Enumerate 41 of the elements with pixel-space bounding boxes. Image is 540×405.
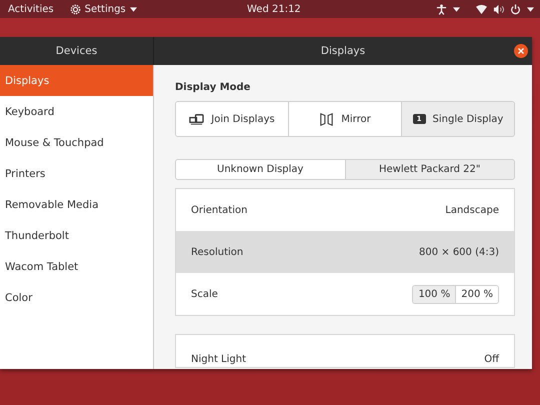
sidebar-item[interactable]: Color <box>0 282 153 313</box>
section-heading: Display Mode <box>175 82 252 93</box>
row-value: Landscape <box>445 204 499 216</box>
row-value: Off <box>484 354 499 365</box>
monitor-tab[interactable]: Unknown Display <box>176 160 344 179</box>
caret-icon <box>130 6 137 12</box>
row-label: Orientation <box>191 204 248 216</box>
close-icon <box>517 47 525 55</box>
sidebar-item[interactable]: Thunderbolt <box>0 220 153 251</box>
accessibility-icon[interactable] <box>436 4 447 14</box>
wifi-icon[interactable] <box>476 4 487 14</box>
caret-icon[interactable] <box>453 6 460 12</box>
scale-option[interactable]: 100 % <box>413 286 456 302</box>
caret-icon[interactable] <box>527 6 534 12</box>
window-title: Displays <box>320 45 366 57</box>
settings-row[interactable]: Scale 100 % 200 % <box>176 273 514 315</box>
close-button[interactable] <box>514 44 528 58</box>
sidebar-item[interactable]: Removable Media <box>0 189 153 220</box>
sidebar-title: Devices <box>56 45 98 57</box>
sidebar-item[interactable]: Wacom Tablet <box>0 251 153 282</box>
activities-button[interactable]: Activities <box>8 4 54 14</box>
row-label: Resolution <box>191 246 244 258</box>
mirror-icon <box>319 112 334 126</box>
monitor-tab[interactable]: Hewlett Packard 22" <box>344 160 514 179</box>
linked-screens-icon <box>189 112 204 126</box>
clock[interactable]: Wed 21:12 <box>247 4 301 14</box>
sidebar-item[interactable]: Printers <box>0 158 153 189</box>
gear-icon <box>70 4 81 14</box>
sidebar-item[interactable]: Displays <box>0 65 153 96</box>
sidebar-item[interactable]: Mouse & Touchpad <box>0 127 153 158</box>
row-value: 800 × 600 (4:3) <box>419 246 499 258</box>
volume-icon[interactable] <box>493 4 504 14</box>
night-light-row[interactable]: Night Light Off <box>175 334 515 368</box>
display-mode-button[interactable]: Join Displays <box>176 102 289 136</box>
row-label: Night Light <box>191 354 246 365</box>
power-icon[interactable] <box>510 4 521 14</box>
settings-row[interactable]: Orientation Landscape <box>176 189 514 231</box>
sidebar-item[interactable]: Keyboard <box>0 96 153 127</box>
row-label: Scale <box>191 288 218 300</box>
settings-row[interactable]: Resolution 800 × 600 (4:3) <box>176 231 514 273</box>
app-menu[interactable]: Settings <box>70 4 137 14</box>
